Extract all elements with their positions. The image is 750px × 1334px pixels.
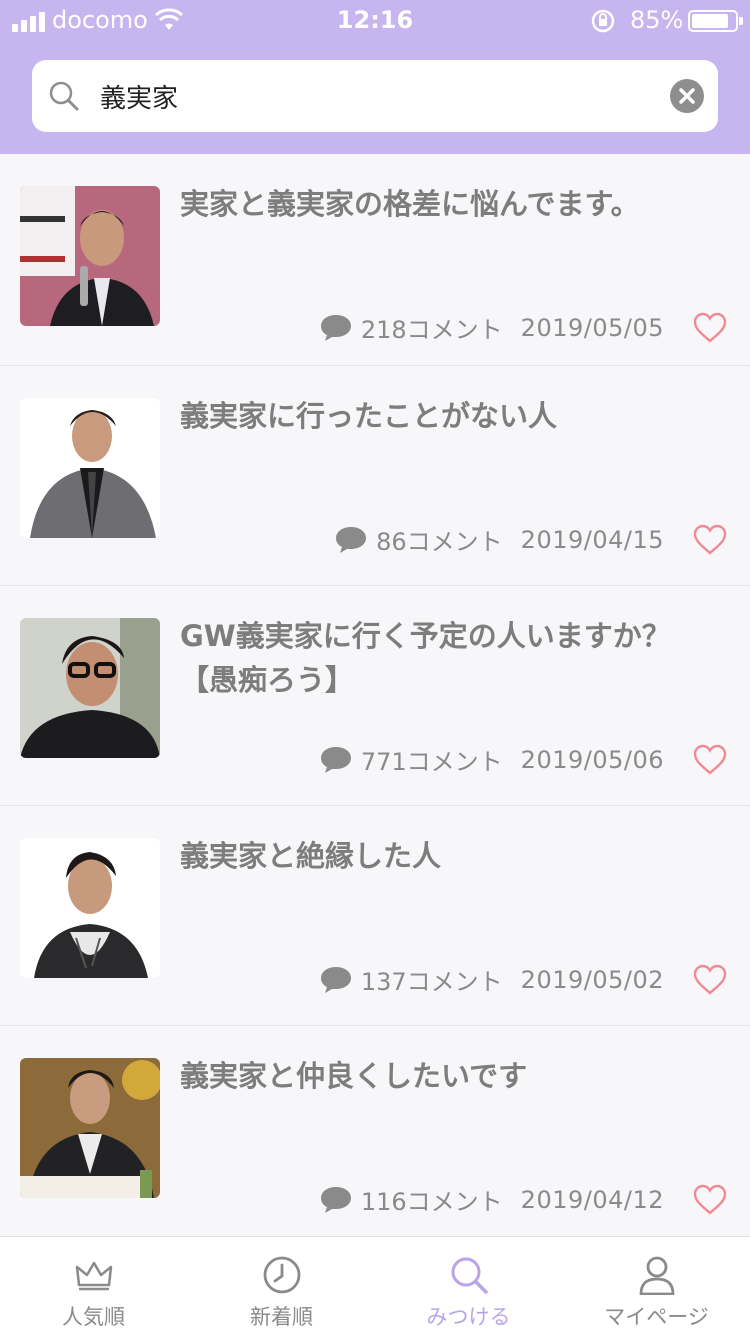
- thumbnail: [20, 1058, 160, 1198]
- comment-count: 218コメント: [360, 316, 503, 344]
- heart-icon[interactable]: [692, 524, 728, 556]
- topic-title: 義実家と絶縁した人: [180, 839, 442, 873]
- comment-icon: [320, 314, 351, 341]
- topic-title: 義実家に行ったことがない人: [180, 399, 558, 433]
- comment-icon: [320, 1186, 351, 1213]
- heart-icon[interactable]: [692, 744, 728, 776]
- topic-meta: 137コメント 2019/05/02: [319, 962, 664, 997]
- user-icon: [639, 1256, 675, 1295]
- status-bar: docomo 12:16 85%: [0, 0, 750, 40]
- topic-title: 実家と義実家の格差に悩んでます。: [180, 187, 640, 221]
- heart-icon[interactable]: [692, 1184, 728, 1216]
- topic-meta: 771コメント 2019/05/06: [319, 742, 664, 777]
- rotation-lock-icon: [591, 9, 615, 33]
- close-icon: [679, 88, 695, 104]
- comment-icon: [320, 746, 351, 773]
- battery-percent: 85%: [630, 6, 684, 34]
- list-item[interactable]: 義実家と仲良くしたいです 116コメント 2019/04/12: [0, 1026, 750, 1246]
- comment-count: 116コメント: [360, 1188, 503, 1216]
- tab-new[interactable]: 新着順: [188, 1237, 375, 1334]
- tab-label: 人気順: [62, 1305, 125, 1329]
- topic-meta: 116コメント 2019/04/12: [319, 1182, 664, 1217]
- search-icon: [49, 81, 79, 111]
- list-item[interactable]: 義実家と絶縁した人 137コメント 2019/05/02: [0, 806, 750, 1026]
- post-date: 2019/05/06: [520, 745, 664, 774]
- clear-search-button[interactable]: [670, 79, 704, 113]
- comment-icon: [320, 966, 351, 993]
- thumbnail: [20, 398, 160, 538]
- comment-count: 137コメント: [360, 968, 503, 996]
- list-item[interactable]: GW義実家に行く予定の人いますか？【愚痴ろう】 771コメント 2019/05/…: [0, 586, 750, 806]
- topic-meta: 218コメント 2019/05/05: [319, 310, 664, 345]
- tab-label: マイページ: [604, 1305, 709, 1329]
- post-date: 2019/05/02: [520, 965, 664, 994]
- thumbnail: [20, 618, 160, 758]
- list-item[interactable]: 義実家に行ったことがない人 86コメント 2019/04/15: [0, 366, 750, 586]
- post-date: 2019/04/15: [520, 525, 664, 554]
- search-icon: [451, 1257, 488, 1294]
- clock-icon: [263, 1256, 301, 1294]
- tab-bar: 人気順 新着順 みつける マイページ: [0, 1236, 750, 1334]
- list-item[interactable]: 実家と義実家の格差に悩んでます。 218コメント 2019/05/05: [0, 154, 750, 366]
- post-date: 2019/05/05: [520, 313, 664, 342]
- tab-mypage[interactable]: マイページ: [563, 1237, 750, 1334]
- post-date: 2019/04/12: [520, 1185, 664, 1214]
- heart-icon[interactable]: [692, 312, 728, 344]
- topic-title: GW義実家に行く予定の人いますか？【愚痴ろう】: [180, 619, 671, 697]
- thumbnail: [20, 186, 160, 326]
- search-bar: [32, 60, 718, 132]
- header: docomo 12:16 85%: [0, 0, 750, 154]
- search-input[interactable]: [100, 74, 660, 118]
- topic-title: 義実家と仲良くしたいです: [180, 1059, 528, 1093]
- battery-icon: [688, 10, 743, 32]
- tab-find[interactable]: みつける: [375, 1237, 562, 1334]
- tab-label: 新着順: [250, 1305, 313, 1329]
- comment-count: 86コメント: [376, 528, 503, 556]
- topic-meta: 86コメント 2019/04/15: [334, 522, 664, 557]
- tab-popular[interactable]: 人気順: [0, 1237, 187, 1334]
- comment-count: 771コメント: [360, 748, 503, 776]
- thumbnail: [20, 838, 160, 978]
- tab-label: みつける: [426, 1305, 511, 1329]
- heart-icon[interactable]: [692, 964, 728, 996]
- crown-icon: [75, 1261, 113, 1291]
- topic-list: 実家と義実家の格差に悩んでます。 218コメント 2019/05/05 義実家に…: [0, 154, 750, 1246]
- comment-icon: [336, 526, 367, 553]
